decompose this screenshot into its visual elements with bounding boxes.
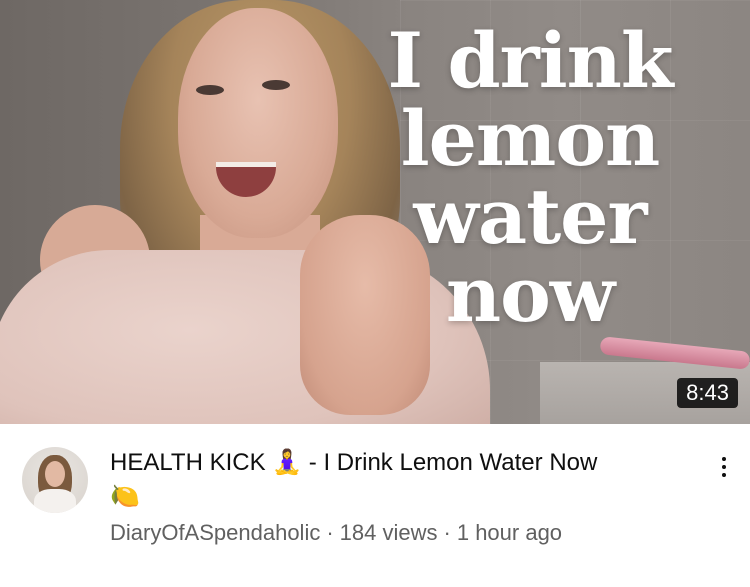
more-dot	[722, 465, 726, 469]
overlay-line: lemon	[400, 94, 661, 183]
more-vert-icon[interactable]	[712, 450, 736, 484]
meta-separator: ·	[326, 520, 334, 545]
avatar-face	[45, 461, 65, 487]
person-eye-right	[262, 80, 290, 90]
channel-avatar[interactable]	[22, 447, 88, 513]
meta-separator: ·	[443, 520, 451, 545]
duration-badge: 8:43	[677, 378, 738, 408]
person-eye-left	[196, 85, 224, 95]
overlay-line: now	[445, 250, 615, 339]
video-card[interactable]: I drink lemon water now 8:43 HEALTH KICK…	[0, 0, 750, 587]
more-dot	[722, 457, 726, 461]
video-title[interactable]: HEALTH KICK 🧘‍♀️ - I Drink Lemon Water N…	[110, 446, 670, 514]
upload-age: 1 hour ago	[456, 520, 563, 545]
lemon-emoji: 🍋	[110, 483, 140, 510]
channel-name[interactable]: DiaryOfASpendaholic	[110, 520, 320, 545]
video-metadata: DiaryOfASpendaholic · 184 views · 1 hour ago	[110, 518, 562, 548]
view-count: 184 views	[339, 520, 438, 545]
overlay-line: water	[413, 172, 647, 261]
video-thumbnail[interactable]: I drink lemon water now 8:43	[0, 0, 750, 424]
avatar-body	[34, 489, 76, 513]
video-title-text: HEALTH KICK 🧘‍♀️ - I Drink Lemon Water N…	[110, 449, 598, 476]
person-face	[178, 8, 338, 238]
thumbnail-overlay-text: I drink lemon water now	[370, 22, 690, 334]
overlay-line: I drink	[387, 16, 674, 105]
more-dot	[722, 473, 726, 477]
